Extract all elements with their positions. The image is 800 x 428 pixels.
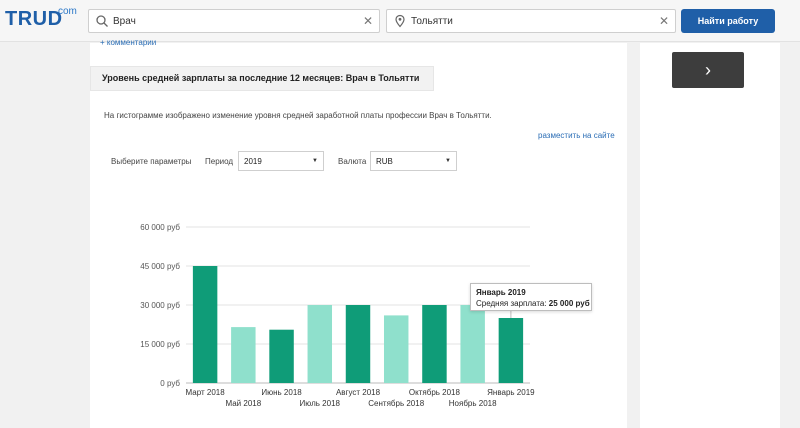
tooltip-label: Средняя зарплата: bbox=[476, 299, 547, 308]
city-field[interactable]: ✕ bbox=[386, 9, 676, 33]
search-field[interactable]: ✕ bbox=[88, 9, 380, 33]
chevron-right-icon: › bbox=[705, 59, 711, 80]
comments-link[interactable]: + комментарии bbox=[100, 38, 156, 47]
chart-description: На гистограмме изображено изменение уров… bbox=[104, 111, 492, 120]
clear-search-icon[interactable]: ✕ bbox=[363, 14, 373, 28]
location-pin-icon bbox=[395, 14, 405, 28]
logo-sup: com bbox=[58, 6, 77, 17]
x-tick-label: Август 2018 bbox=[336, 388, 381, 397]
y-tick-label: 30 000 руб bbox=[140, 301, 180, 310]
city-input[interactable] bbox=[411, 12, 651, 30]
y-tick-label: 60 000 руб bbox=[140, 223, 180, 232]
chart-bar[interactable] bbox=[231, 327, 256, 383]
x-tick-label: Март 2018 bbox=[186, 388, 226, 397]
y-tick-label: 15 000 руб bbox=[140, 340, 180, 349]
currency-select[interactable]: RUB ▼ bbox=[370, 151, 457, 171]
x-tick-label: Октябрь 2018 bbox=[409, 388, 461, 397]
y-tick-label: 45 000 руб bbox=[140, 262, 180, 271]
page-title: Уровень средней зарплаты за последние 12… bbox=[102, 73, 420, 83]
salary-chart: 0 руб 15 000 руб 30 000 руб 45 000 руб 60 00… bbox=[120, 210, 550, 420]
period-label: Период bbox=[205, 157, 234, 166]
search-input[interactable] bbox=[113, 12, 353, 30]
period-value: 2019 bbox=[244, 157, 262, 166]
chart-bar[interactable] bbox=[422, 305, 447, 383]
chart-bar[interactable] bbox=[498, 318, 524, 383]
chart-bar[interactable] bbox=[460, 305, 485, 383]
params-label: Выберите параметры bbox=[111, 157, 192, 166]
x-tick-label: Ноябрь 2018 bbox=[449, 399, 497, 408]
x-tick-label: Январь 2019 bbox=[487, 388, 535, 397]
chart-bar[interactable] bbox=[269, 329, 294, 383]
tooltip-title: Январь 2019 bbox=[476, 288, 526, 297]
trud-logo[interactable]: TRUD bbox=[5, 8, 63, 31]
embed-link[interactable]: разместить на сайте bbox=[538, 131, 615, 140]
period-select[interactable]: 2019 ▼ bbox=[238, 151, 324, 171]
chart-bar[interactable] bbox=[383, 315, 409, 383]
currency-label: Валюта bbox=[338, 157, 367, 166]
salary-chart-svg: 0 руб 15 000 руб 30 000 руб 45 000 руб 60 00… bbox=[140, 223, 535, 408]
search-icon bbox=[96, 15, 108, 27]
find-job-button[interactable]: Найти работу bbox=[681, 9, 775, 33]
banner-next-button[interactable]: › bbox=[672, 52, 744, 88]
chart-bar[interactable] bbox=[345, 305, 371, 383]
x-tick-label: Сентябрь 2018 bbox=[368, 399, 424, 408]
chart-bar[interactable] bbox=[307, 305, 333, 383]
right-column bbox=[640, 43, 780, 428]
chevron-down-icon: ▼ bbox=[312, 158, 318, 164]
clear-city-icon[interactable]: ✕ bbox=[659, 14, 669, 28]
y-tick-label: 0 руб bbox=[160, 379, 180, 388]
tooltip-value: 25 000 руб bbox=[548, 299, 590, 308]
chart-bar[interactable] bbox=[192, 266, 218, 383]
currency-value: RUB bbox=[376, 157, 393, 166]
x-tick-label: Июнь 2018 bbox=[261, 388, 302, 397]
x-tick-label: Июль 2018 bbox=[300, 399, 341, 408]
chevron-down-icon: ▼ bbox=[445, 158, 451, 164]
tooltip-body: Средняя зарплата: 25 000 руб bbox=[476, 299, 590, 308]
x-tick-label: Май 2018 bbox=[225, 399, 261, 408]
chart-tooltip: Январь 2019 Средняя зарплата: 25 000 руб bbox=[470, 283, 592, 311]
